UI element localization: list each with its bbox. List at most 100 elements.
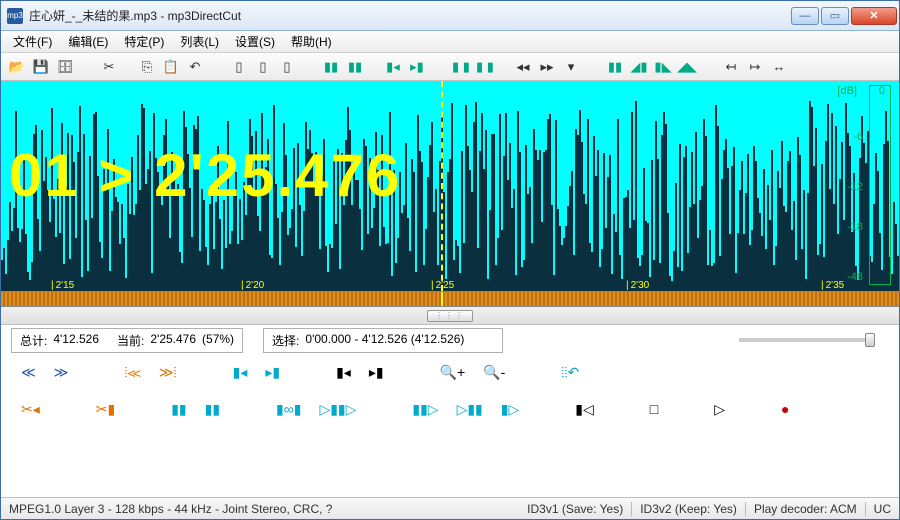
doc-icon[interactable]: ▯ [229, 57, 249, 77]
play-out-button[interactable]: ▷▮▮ [457, 401, 483, 418]
stop-button[interactable]: □ [650, 401, 658, 417]
menu-list[interactable]: 列表(L) [172, 31, 227, 52]
time-overlay: 01 > 2'25.476 [9, 141, 401, 210]
copy-icon[interactable]: ⎘ [137, 57, 157, 77]
statusbar: MPEG1.0 Layer 3 - 128 kbps - 44 kHz - Jo… [1, 497, 899, 519]
volume-slider[interactable] [739, 338, 869, 342]
zoom-sel-button[interactable]: ⦙⦙↶ [561, 364, 579, 381]
total-label: 总计: [20, 332, 47, 349]
record-button[interactable]: ● [781, 401, 789, 417]
status-codec: MPEG1.0 Layer 3 - 128 kbps - 44 kHz - Jo… [9, 502, 332, 516]
doc-prev-icon[interactable]: ▯ [253, 57, 273, 77]
db-scale: [dB] 0 -6 -12 -18 -48 [835, 81, 895, 291]
menubar: 文件(F) 编辑(E) 特定(P) 列表(L) 设置(S) 帮助(H) [1, 31, 899, 53]
sel-end-button[interactable]: ▸▮ [265, 364, 280, 381]
waveform-display[interactable]: 01 > 2'25.476 [dB] 0 -6 -12 -18 -48 2'15… [1, 81, 899, 291]
current-label: 当前: [117, 332, 144, 349]
marker2-icon[interactable]: ▮▮ [345, 57, 365, 77]
slider-thumb[interactable] [865, 333, 875, 347]
sel-begin-icon[interactable]: ↤ [721, 57, 741, 77]
frame-fwd-button[interactable]: ▸▮ [369, 364, 384, 381]
doc-next-icon[interactable]: ▯ [277, 57, 297, 77]
next-cue-button[interactable]: ≫⦙ [159, 364, 177, 381]
range2-icon[interactable]: ▮ ▮ [475, 57, 495, 77]
total-time-box[interactable]: 总计: 4'12.526 当前: 2'25.476 (57%) [11, 328, 243, 353]
scroll-strip[interactable]: ⋮⋮⋮ [1, 307, 899, 325]
app-window: mp3 庄心妍_-_未结的果.mp3 - mp3DirectCut — ▭ ✕ … [0, 0, 900, 520]
select-label: 选择: [272, 332, 299, 349]
titlebar[interactable]: mp3 庄心妍_-_未结的果.mp3 - mp3DirectCut — ▭ ✕ [1, 1, 899, 31]
paste-icon[interactable]: 📋 [161, 57, 181, 77]
db-meter [869, 85, 891, 285]
transport-controls: ✂◂ ✂▮ ▮▮ ▮▮ ▮∞▮ ▷▮▮▷ ▮▮▷ ▷▮▮ ▮▷ ▮◁ □ ▷ ● [1, 389, 899, 429]
undo-icon[interactable]: ↶ [185, 57, 205, 77]
current-pct: (57%) [202, 332, 234, 349]
gain4-icon[interactable]: ◢◣ [677, 57, 697, 77]
time-tick: 2'25 [431, 280, 454, 291]
open-icon[interactable]: 📂 [7, 57, 27, 77]
trim-button[interactable]: ✂▮ [96, 401, 115, 418]
play-button[interactable]: ▷ [714, 401, 725, 418]
play-sel-button[interactable]: ▷▮▮▷ [319, 401, 356, 418]
gain1-icon[interactable]: ▮▮ [605, 57, 625, 77]
db-tick: -18 [847, 221, 863, 233]
sel-start-button[interactable]: ▮◂ [233, 364, 248, 381]
play-in-button[interactable]: ▮▮▷ [412, 401, 438, 418]
prev-cue-button[interactable]: ⦙≪ [124, 364, 141, 381]
status-uc: UC [874, 502, 891, 516]
db-tick: -6 [853, 131, 863, 143]
loop-button[interactable]: ▮∞▮ [276, 401, 301, 418]
marker3-icon[interactable]: ▮◂ [383, 57, 403, 77]
playhead-cursor[interactable] [441, 81, 443, 291]
window-title: 庄心妍_-_未结的果.mp3 - mp3DirectCut [29, 7, 791, 24]
scroll-thumb[interactable]: ⋮⋮⋮ [427, 310, 473, 322]
db-tick: -12 [847, 181, 863, 193]
menu-help[interactable]: 帮助(H) [283, 31, 340, 52]
save-icon[interactable]: 💾 [31, 57, 51, 77]
status-id3v2: ID3v2 (Keep: Yes) [640, 502, 737, 516]
menu-file[interactable]: 文件(F) [5, 31, 60, 52]
overview-cursor[interactable] [441, 292, 443, 306]
time-tick: 2'30 [626, 280, 649, 291]
rewind-button[interactable]: ▮◁ [575, 401, 593, 418]
play-from-button[interactable]: ▮▷ [501, 401, 519, 418]
skip-back-large-button[interactable]: ≪ [21, 364, 36, 381]
sel-both-icon[interactable]: ↔ [769, 57, 789, 77]
sel-end-icon[interactable]: ↦ [745, 57, 765, 77]
timeline-ruler: 2'15 2'20 2'25 2'30 2'35 [1, 277, 899, 291]
time-tick: 2'20 [241, 280, 264, 291]
savelist-icon[interactable]: 🗄 [55, 57, 75, 77]
info-row: 总计: 4'12.526 当前: 2'25.476 (57%) 选择: 0'00… [1, 325, 899, 355]
selection-box[interactable]: 选择: 0'00.000 - 4'12.526 (4'12.526) [263, 328, 503, 353]
time-tick: 2'35 [821, 280, 844, 291]
minimize-button[interactable]: — [791, 7, 819, 25]
range1-icon[interactable]: ▮ ▮ [451, 57, 471, 77]
menu-special[interactable]: 特定(P) [116, 31, 172, 52]
gain3-icon[interactable]: ▮◣ [653, 57, 673, 77]
frame-back-button[interactable]: ▮◂ [336, 364, 351, 381]
arrow-left-icon[interactable]: ◂◂ [513, 57, 533, 77]
nav-controls: ≪ ≫ ⦙≪ ≫⦙ ▮◂ ▸▮ ▮◂ ▸▮ 🔍+ 🔍- ⦙⦙↶ [1, 355, 899, 389]
cut-icon[interactable]: ✂ [99, 57, 119, 77]
current-value: 2'25.476 [150, 332, 196, 349]
marker1-icon[interactable]: ▮▮ [321, 57, 341, 77]
marker4-icon[interactable]: ▸▮ [407, 57, 427, 77]
gain2-icon[interactable]: ◢▮ [629, 57, 649, 77]
arrow-right-icon[interactable]: ▸▸ [537, 57, 557, 77]
skip-fwd-large-button[interactable]: ≫ [54, 364, 69, 381]
overview-bar[interactable] [1, 291, 899, 307]
set-end-button[interactable]: ▮▮ [205, 401, 220, 418]
arrow-down-icon[interactable]: ▾ [561, 57, 581, 77]
menu-edit[interactable]: 编辑(E) [60, 31, 116, 52]
cut-selection-button[interactable]: ✂◂ [21, 401, 40, 418]
close-button[interactable]: ✕ [851, 7, 897, 25]
db-header: [dB] [837, 85, 857, 97]
set-begin-button[interactable]: ▮▮ [171, 401, 186, 418]
menu-settings[interactable]: 设置(S) [227, 31, 283, 52]
maximize-button[interactable]: ▭ [821, 7, 849, 25]
zoom-out-button[interactable]: 🔍- [483, 364, 505, 381]
time-tick: 2'15 [51, 280, 74, 291]
zoom-in-button[interactable]: 🔍+ [440, 364, 466, 381]
app-icon: mp3 [7, 8, 23, 24]
total-value: 4'12.526 [53, 332, 99, 349]
